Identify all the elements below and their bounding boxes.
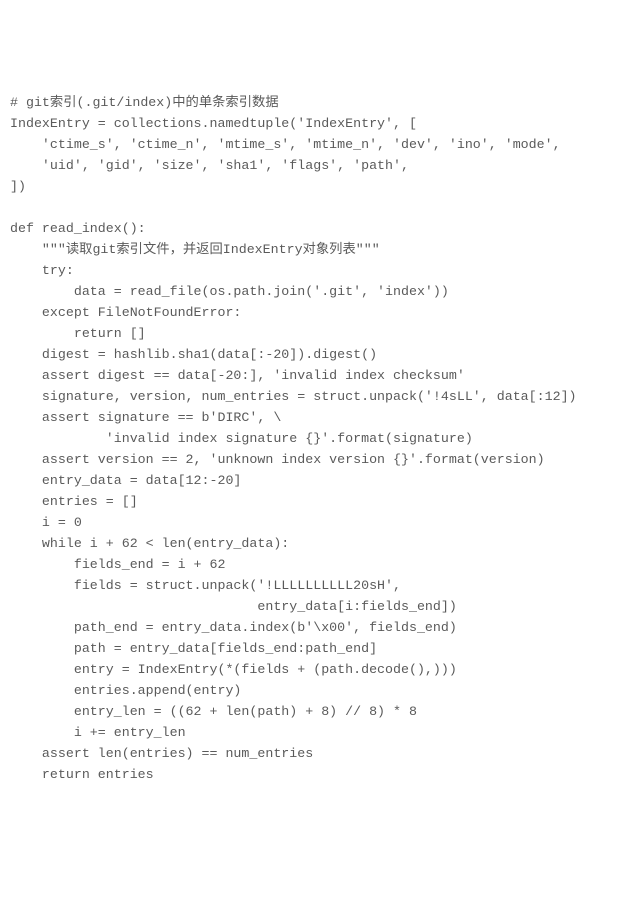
- code-line: assert len(entries) == num_entries: [10, 746, 313, 761]
- code-line: entries.append(entry): [10, 683, 241, 698]
- code-line: fields = struct.unpack('!LLLLLLLLLL20sH'…: [10, 578, 401, 593]
- code-line: ]): [10, 179, 26, 194]
- code-line: def read_index():: [10, 221, 146, 236]
- code-line: # git索引(.git/index)中的单条索引数据: [10, 95, 279, 110]
- code-line: assert version == 2, 'unknown index vers…: [10, 452, 545, 467]
- code-line: return entries: [10, 767, 154, 782]
- code-line: entry_data = data[12:-20]: [10, 473, 241, 488]
- code-line: 'invalid index signature {}'.format(sign…: [10, 431, 473, 446]
- code-line: IndexEntry = collections.namedtuple('Ind…: [10, 116, 417, 131]
- code-line: return []: [10, 326, 146, 341]
- code-block: # git索引(.git/index)中的单条索引数据 IndexEntry =…: [10, 92, 609, 785]
- code-line: i = 0: [10, 515, 82, 530]
- code-line: path = entry_data[fields_end:path_end]: [10, 641, 377, 656]
- code-line: 'uid', 'gid', 'size', 'sha1', 'flags', '…: [10, 158, 409, 173]
- code-line: data = read_file(os.path.join('.git', 'i…: [10, 284, 449, 299]
- code-line: except FileNotFoundError:: [10, 305, 241, 320]
- code-line: entry = IndexEntry(*(fields + (path.deco…: [10, 662, 457, 677]
- code-line: fields_end = i + 62: [10, 557, 225, 572]
- code-line: entries = []: [10, 494, 138, 509]
- code-line: entry_len = ((62 + len(path) + 8) // 8) …: [10, 704, 417, 719]
- code-line: while i + 62 < len(entry_data):: [10, 536, 289, 551]
- code-line: signature, version, num_entries = struct…: [10, 389, 577, 404]
- code-line: digest = hashlib.sha1(data[:-20]).digest…: [10, 347, 377, 362]
- code-line: try:: [10, 263, 74, 278]
- code-line: """读取git索引文件，并返回IndexEntry对象列表""": [10, 242, 380, 257]
- code-line: assert digest == data[-20:], 'invalid in…: [10, 368, 465, 383]
- code-line: path_end = entry_data.index(b'\x00', fie…: [10, 620, 457, 635]
- code-line: entry_data[i:fields_end]): [10, 599, 457, 614]
- code-line: i += entry_len: [10, 725, 186, 740]
- code-line: 'ctime_s', 'ctime_n', 'mtime_s', 'mtime_…: [10, 137, 561, 152]
- code-line: assert signature == b'DIRC', \: [10, 410, 281, 425]
